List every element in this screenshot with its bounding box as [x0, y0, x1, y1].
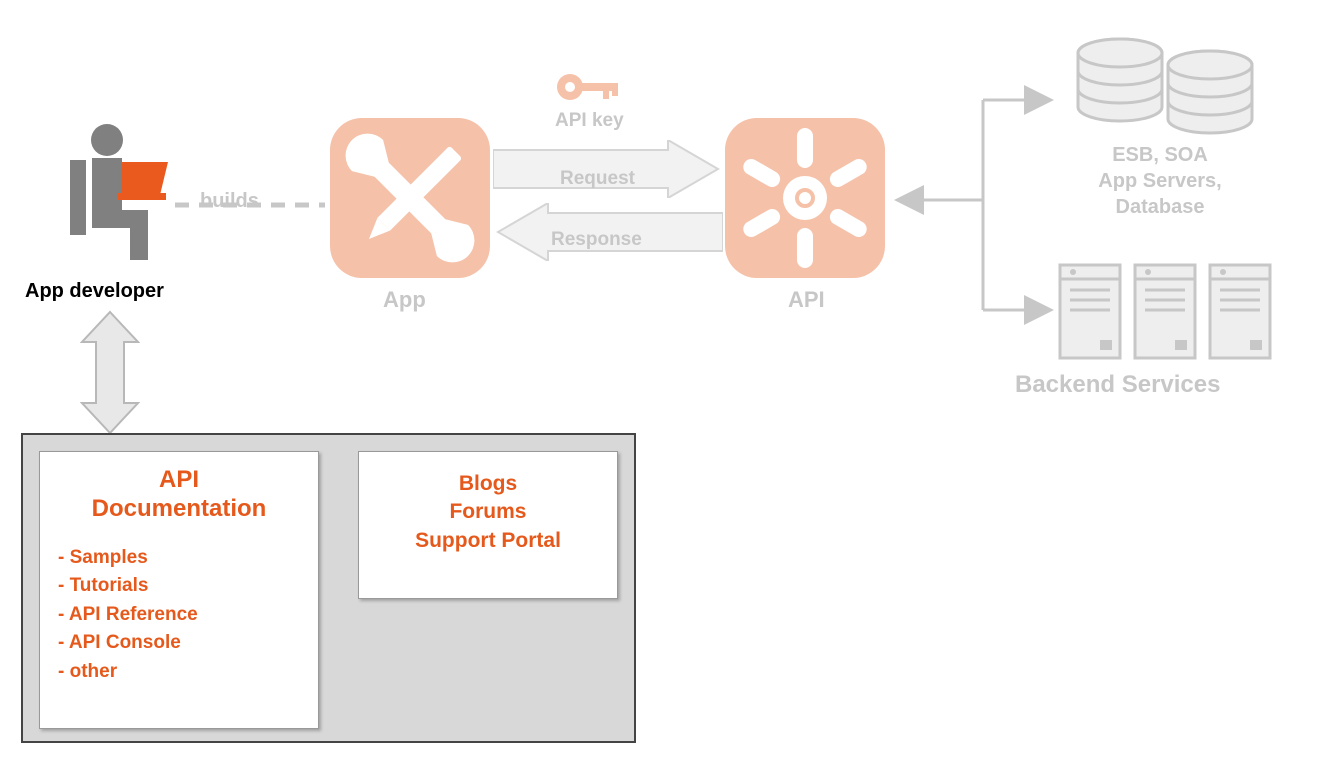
doc-item-api-reference: - API Reference	[58, 601, 300, 630]
api-architecture-diagram: App developer builds App API key Request	[0, 0, 1338, 770]
backend-line2: App Servers,	[1098, 170, 1221, 192]
doc-title: API Documentation	[58, 466, 300, 524]
developer-docs-arrow	[80, 310, 140, 435]
doc-title-line2: Documentation	[92, 495, 267, 522]
developer-label: App developer	[25, 280, 164, 303]
api-documentation-card: API Documentation - Samples - Tutorials …	[39, 451, 319, 729]
backend-top-label: ESB, SOA App Servers, Database	[1050, 142, 1270, 220]
doc-item-tutorials: - Tutorials	[58, 572, 300, 601]
api-icon	[725, 118, 885, 278]
backend-connector-lines	[888, 70, 1068, 330]
doc-title-line1: API	[159, 466, 199, 493]
doc-item-api-console: - API Console	[58, 629, 300, 658]
app-label: App	[383, 287, 426, 313]
community-blogs: Blogs	[377, 470, 599, 498]
community-card: Blogs Forums Support Portal	[358, 451, 618, 599]
response-label: Response	[551, 229, 642, 251]
doc-item-other: - other	[58, 658, 300, 687]
backend-line3: Database	[1116, 196, 1205, 218]
backend-services-label: Backend Services	[1015, 371, 1220, 399]
community-support: Support Portal	[377, 527, 599, 555]
key-icon	[555, 65, 625, 110]
doc-list: - Samples - Tutorials - API Reference - …	[58, 544, 300, 687]
community-lines: Blogs Forums Support Portal	[377, 470, 599, 555]
developer-icon	[50, 120, 180, 270]
doc-item-samples: - Samples	[58, 544, 300, 573]
request-label: Request	[560, 168, 635, 190]
community-forums: Forums	[377, 498, 599, 526]
api-label: API	[788, 287, 825, 313]
documentation-container: API Documentation - Samples - Tutorials …	[21, 433, 636, 743]
backend-line1: ESB, SOA	[1112, 144, 1208, 166]
servers-icon	[1055, 260, 1280, 370]
database-icon	[1070, 35, 1270, 140]
api-key-label: API key	[555, 110, 624, 132]
builds-label: builds	[200, 190, 259, 213]
app-icon	[330, 118, 490, 278]
